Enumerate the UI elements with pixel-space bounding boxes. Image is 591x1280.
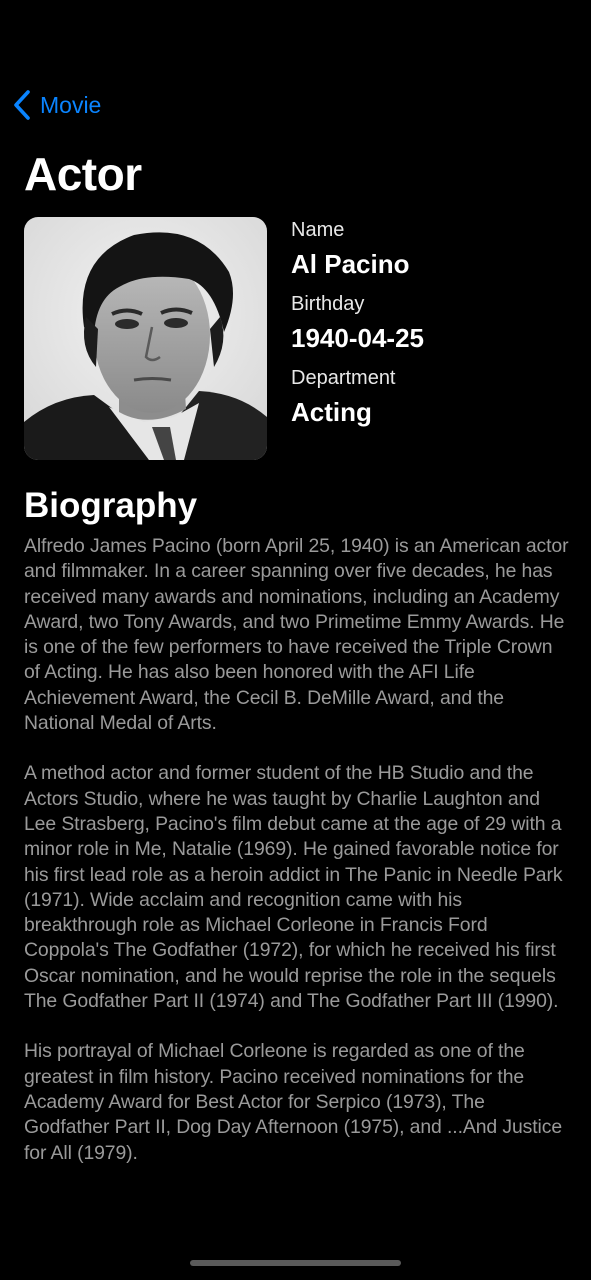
biography-text[interactable]: Alfredo James Pacino (born April 25, 194… <box>24 534 572 1226</box>
name-label: Name <box>291 219 345 241</box>
department-value: Acting <box>291 397 372 427</box>
birthday-value: 1940-04-25 <box>291 323 424 353</box>
biography-paragraph: A method actor and former student of the… <box>24 762 563 1013</box>
home-indicator[interactable] <box>190 1260 401 1266</box>
actor-info: Name Al Pacino Birthday 1940-04-25 Depar… <box>291 217 571 439</box>
biography-paragraph: His portrayal of Michael Corleone is reg… <box>24 1040 563 1164</box>
page-title: Actor <box>24 148 142 200</box>
back-button[interactable]: Movie <box>12 86 101 124</box>
name-field: Name Al Pacino <box>291 217 571 291</box>
back-button-label: Movie <box>40 91 102 118</box>
birthday-label: Birthday <box>291 293 365 315</box>
department-label: Department <box>291 367 396 389</box>
biography-paragraph: Alfredo James Pacino (born April 25, 194… <box>24 535 569 735</box>
actor-photo <box>24 217 267 460</box>
birthday-field: Birthday 1940-04-25 <box>291 291 571 365</box>
chevron-left-icon <box>12 89 32 121</box>
name-value: Al Pacino <box>291 249 410 279</box>
actor-portrait-image <box>24 217 267 460</box>
department-field: Department Acting <box>291 365 571 439</box>
biography-heading: Biography <box>24 486 198 525</box>
